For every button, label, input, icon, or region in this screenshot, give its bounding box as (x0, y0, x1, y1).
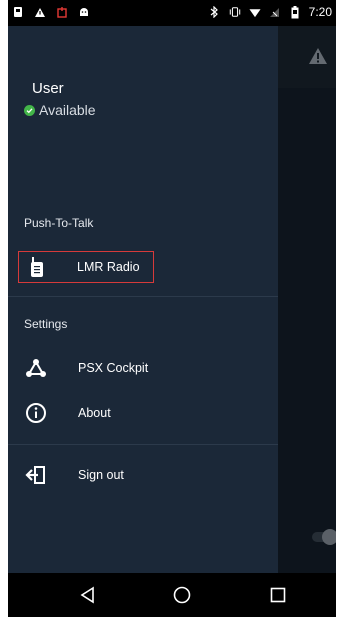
android-icon (78, 5, 90, 19)
battery-icon (289, 5, 301, 19)
nav-item-lmr-radio-label: LMR Radio (77, 260, 140, 274)
status-bar: 7:20 (8, 0, 336, 26)
nav-item-sign-out[interactable]: Sign out (18, 458, 268, 492)
vibrate-icon (229, 5, 241, 19)
home-icon[interactable] (170, 583, 194, 607)
nav-item-psx-cockpit[interactable]: PSX Cockpit (18, 351, 268, 385)
divider (8, 296, 278, 297)
user-status-label: Available (39, 102, 96, 118)
wifi-icon (249, 5, 261, 19)
phone-screen: 7:20 User Available Push-To-Talk LMR Rad… (8, 0, 336, 617)
section-header-push-to-talk: Push-To-Talk (24, 216, 94, 230)
info-icon (24, 401, 48, 425)
nav-item-psx-cockpit-label: PSX Cockpit (78, 361, 149, 375)
nav-item-sign-out-label: Sign out (78, 468, 124, 482)
alert-icon (34, 5, 46, 19)
system-navigation-bar (8, 573, 336, 617)
alarm-icon (56, 5, 68, 19)
back-icon[interactable] (76, 583, 100, 607)
recents-icon[interactable] (266, 583, 290, 607)
divider (8, 444, 278, 445)
section-header-settings: Settings (24, 317, 68, 331)
nav-item-about[interactable]: About (18, 396, 268, 430)
sign-out-icon (24, 463, 48, 487)
user-status: Available (24, 102, 96, 118)
signal-icon (269, 5, 281, 19)
network-icon (24, 356, 48, 380)
status-time: 7:20 (308, 5, 332, 19)
status-bar-right: 7:20 (209, 5, 332, 19)
navigation-drawer: User Available Push-To-Talk LMR Radio Se… (8, 26, 278, 573)
nav-item-about-label: About (78, 406, 111, 420)
available-check-icon (24, 104, 35, 116)
radio-icon (25, 255, 49, 279)
bluetooth-icon (209, 5, 221, 19)
status-bar-left (12, 5, 90, 19)
notification-icon (12, 5, 24, 19)
nav-item-lmr-radio[interactable]: LMR Radio (18, 251, 154, 283)
drawer-scrim[interactable] (278, 26, 336, 573)
user-name: User (32, 80, 64, 97)
